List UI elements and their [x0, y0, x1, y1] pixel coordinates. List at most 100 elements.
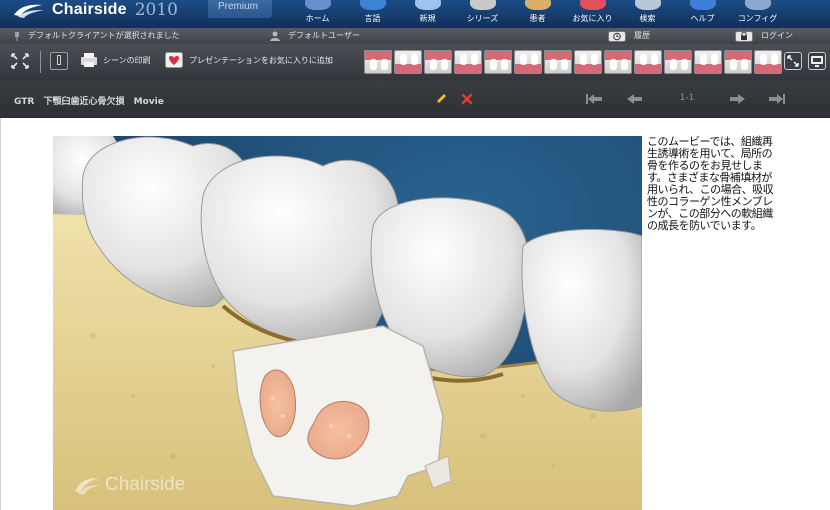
thumbnail-tooth [430, 59, 437, 70]
thumbnail-tooth [760, 54, 767, 65]
nav-patient-label: 患者 [529, 14, 546, 23]
thumbnail-tooth [621, 59, 628, 70]
watermark-text: Chairside [105, 474, 186, 495]
scene-thumbnail[interactable] [754, 50, 782, 74]
grid-expand-icon [11, 53, 29, 69]
thumbnail-tooth [700, 54, 707, 65]
expand-arrows-icon [787, 55, 799, 67]
nav-new-label: 新規 [419, 14, 436, 23]
last-page-icon[interactable] [767, 93, 787, 105]
player-bar: GTR 下顎臼歯近心骨欠損 Movie 1-1 [0, 80, 830, 118]
thumbnail-tooth [651, 54, 658, 65]
thumbnail-gum [365, 51, 391, 60]
login-label: ログイン [761, 31, 793, 40]
scene-thumbnail[interactable] [604, 50, 632, 74]
nav-series[interactable]: シリーズ [455, 0, 510, 28]
help-icon [689, 0, 716, 10]
prev-page-icon[interactable] [625, 93, 645, 105]
thumbnail-tooth [411, 54, 418, 65]
nav-home[interactable]: ホーム [290, 0, 345, 28]
fullscreen-button[interactable] [10, 52, 30, 70]
thumbnail-tooth [370, 59, 377, 70]
user-label: デフォルトユーザー [288, 31, 360, 40]
presentation-title: GTR 下顎臼歯近心骨欠損 Movie [14, 94, 170, 107]
nav-language[interactable]: 言語 [345, 0, 400, 28]
nav-config[interactable]: コンフィグ [730, 0, 785, 28]
scene-thumbnail[interactable] [364, 50, 392, 74]
scene-thumbnail[interactable] [394, 50, 422, 74]
config-icon [744, 0, 771, 10]
nav-patient[interactable]: 患者 [510, 0, 565, 28]
favorites-icon [579, 0, 606, 10]
delete-x-icon[interactable] [460, 92, 474, 106]
scene-thumbnail[interactable] [724, 50, 752, 74]
language-icon [359, 0, 386, 10]
first-page-icon[interactable] [584, 93, 604, 105]
app-year: 2010 [134, 0, 178, 20]
nav-config-label: コンフィグ [737, 14, 778, 23]
restore-window-button[interactable] [784, 52, 802, 70]
user-icon [270, 31, 280, 41]
nav-favorites[interactable]: お気に入り [565, 0, 620, 28]
home-icon [304, 0, 331, 10]
thumbnail-tooth [441, 59, 448, 70]
scene-thumbnail[interactable] [634, 50, 662, 74]
nav-help[interactable]: ヘルプ [675, 0, 730, 28]
thumbnail-tooth [640, 54, 647, 65]
toolbar: シーンの印刷 プレゼンテーションをお気に入りに追加 [0, 44, 830, 80]
thumbnail-tooth [400, 54, 407, 65]
thumbnail-tooth [741, 59, 748, 70]
monitor-icon [811, 56, 823, 67]
edition-badge: Premium [208, 0, 272, 18]
scene-thumbnail[interactable] [664, 50, 692, 74]
nav-search[interactable]: 検索 [620, 0, 675, 28]
scene-thumbnail[interactable] [484, 50, 512, 74]
next-page-icon[interactable] [727, 93, 747, 105]
dental-illustration[interactable]: Chairside [53, 136, 642, 510]
patient-icon [524, 0, 551, 10]
thumbnail-tooth [460, 54, 467, 65]
thumbnail-tooth [771, 54, 778, 65]
scene-thumbnail[interactable] [574, 50, 602, 74]
lock-icon [735, 30, 753, 42]
scene-thumbnail[interactable] [544, 50, 572, 74]
history-button[interactable]: 履歴 [608, 30, 650, 42]
pin-icon [15, 31, 19, 41]
add-favorite-button[interactable]: プレゼンテーションをお気に入りに追加 [165, 52, 333, 68]
scene-thumbnail[interactable] [694, 50, 722, 74]
user-status[interactable]: デフォルトユーザー [270, 30, 360, 42]
thumbnail-tooth [711, 54, 718, 65]
thumbnail-tooth [681, 59, 688, 70]
print-scene-button[interactable]: シーンの印刷 [80, 52, 151, 68]
login-button[interactable]: ログイン [735, 30, 793, 42]
thumbnail-tooth [730, 59, 737, 70]
nav-language-label: 言語 [364, 14, 381, 23]
view-mode-button[interactable] [808, 52, 826, 70]
thumbnail-tooth [561, 59, 568, 70]
nav-new[interactable]: 新規 [400, 0, 455, 28]
app-window: Chairside 2010 Premium ホーム 言語 新規 シリーズ 患者… [0, 0, 830, 510]
content-area: Chairside このムービーでは、組織再生誘導術を用いて、局所の骨を作るのを… [0, 118, 830, 510]
thumbnail-tooth [490, 59, 497, 70]
app-name: Chairside [52, 1, 127, 18]
thumbnail-gum [545, 51, 571, 60]
thumbnail-gum [515, 64, 541, 73]
scene-thumbnail[interactable] [514, 50, 542, 74]
thumbnail-gum [605, 51, 631, 60]
thumbnail-tooth [381, 59, 388, 70]
scene-thumbnail[interactable] [424, 50, 452, 74]
thumbnail-gum [395, 64, 421, 73]
edit-pencil-icon[interactable] [434, 92, 448, 106]
scene-thumbnail[interactable] [454, 50, 482, 74]
thumbnail-gum [485, 51, 511, 60]
chairside-logo-icon [14, 4, 44, 18]
print-scene-label: シーンの印刷 [103, 55, 151, 65]
nav-help-label: ヘルプ [690, 14, 715, 23]
info-button[interactable] [50, 52, 68, 70]
client-status[interactable]: デフォルトクライアントが選択されました [14, 30, 180, 42]
thumbnail-tooth [501, 59, 508, 70]
thumbnail-gum [455, 64, 481, 73]
heart-icon [165, 52, 183, 68]
series-icon [469, 0, 496, 10]
thumbnail-tooth [471, 54, 478, 65]
